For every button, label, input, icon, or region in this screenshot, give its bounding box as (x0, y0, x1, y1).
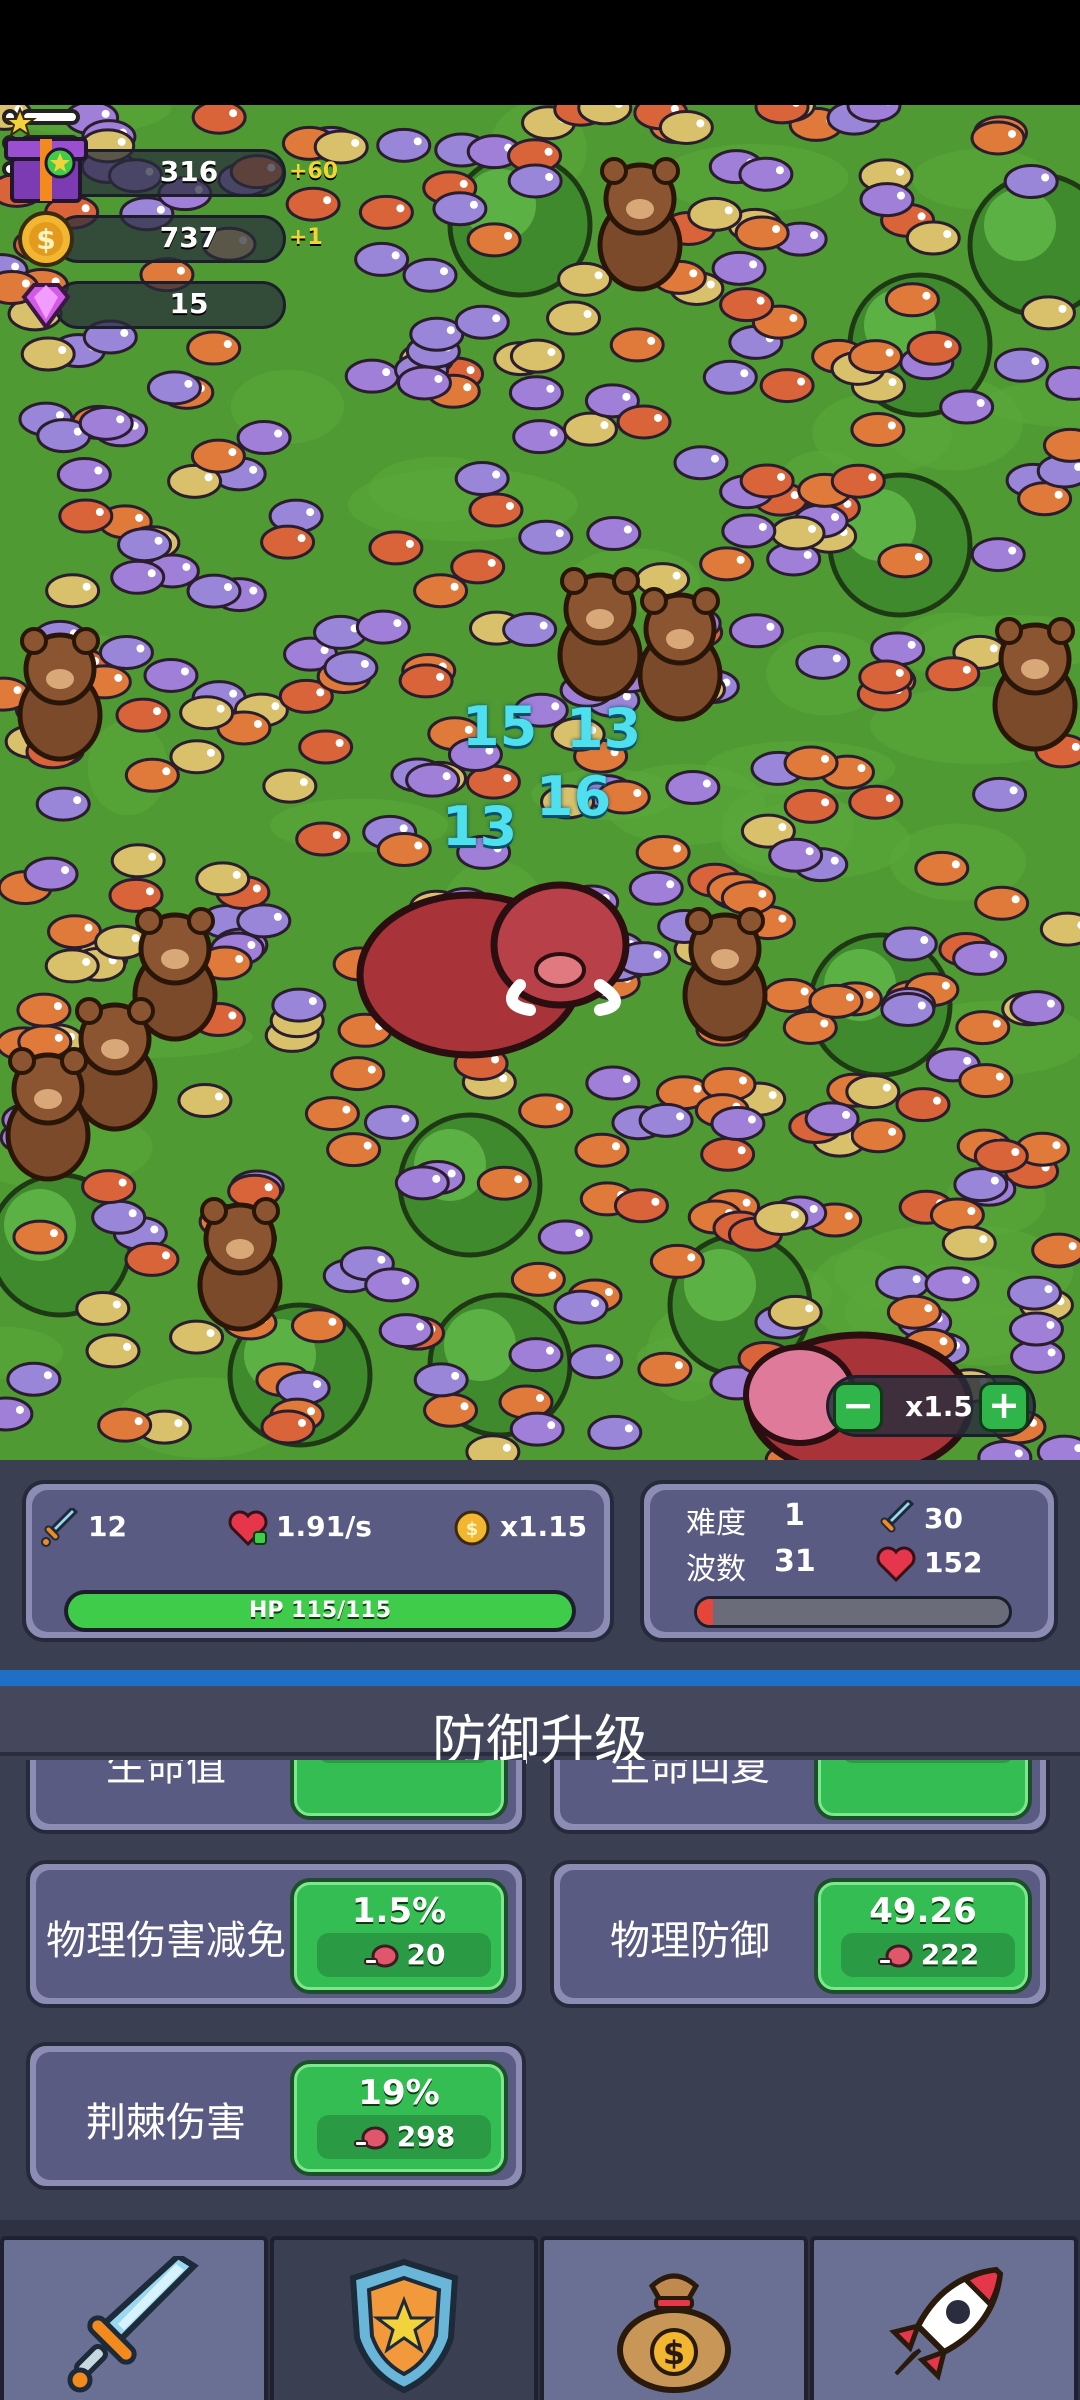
upgrade-physical-reduction: 物理伤害减免 1.5% 20 (26, 1860, 526, 2008)
speed-increase-button[interactable]: + (979, 1382, 1029, 1432)
meat-icon (877, 1944, 913, 1968)
heart-icon (876, 1546, 916, 1583)
upgrade-regen-button[interactable]: 58 (814, 1760, 1032, 1820)
svg-text:$: $ (663, 2334, 685, 2372)
enemy-hp-stat: 152 (876, 1544, 982, 1584)
damage-number: 15 (462, 695, 538, 758)
upgrade-physical-defense-button[interactable]: 49.26 222 (814, 1878, 1032, 1994)
wave-value: 31 (774, 1544, 816, 1579)
attack-stat: 12 (40, 1508, 127, 1548)
svg-text:$: $ (466, 1519, 479, 1540)
upgrade-cost: 222 (920, 1938, 980, 1971)
enemy-hp-value: 152 (924, 1546, 983, 1579)
meat-icon (363, 1944, 399, 1968)
hp-bar-fill: HP 115/115 (68, 1594, 572, 1628)
meat-value: 316 (159, 155, 219, 188)
regen-stat: 1.91/s (228, 1508, 372, 1548)
upgrade-physical-reduction-button[interactable]: 1.5% 20 (290, 1878, 508, 1994)
upgrade-regen: 生命回复 58 (550, 1760, 1050, 1834)
upgrade-value: 49.26 (869, 1891, 977, 1931)
damage-number: 16 (536, 765, 612, 828)
enemy-attack-value: 30 (924, 1502, 963, 1535)
gem-counter: 15 (14, 273, 304, 335)
upgrade-thorns: 荆棘伤害 19% 298 (26, 2042, 526, 2190)
enemy-attack-stat: 30 (876, 1500, 963, 1540)
coin-multiplier-value: x1.15 (500, 1510, 588, 1543)
difficulty-label: 难度 (686, 1506, 746, 1541)
meat-icon (353, 2126, 389, 2150)
upgrade-physical-defense: 物理防御 49.26 222 (550, 1860, 1050, 2008)
gem-value: 15 (169, 287, 209, 320)
sword-icon (41, 1508, 79, 1547)
sword-icon (880, 1500, 915, 1533)
upgrade-hp: 生命值 54 (26, 1760, 526, 1834)
upgrade-cost: 20 (406, 1938, 446, 1971)
gift-box-icon[interactable] (0, 105, 92, 205)
bottom-nav: $ (0, 2220, 1080, 2400)
regen-value: 1.91/s (276, 1510, 372, 1543)
gem-icon (21, 283, 71, 331)
damage-number: 13 (566, 697, 642, 760)
game-speed-control: − x1.5 + (826, 1375, 1036, 1437)
tab-attack[interactable] (0, 2236, 268, 2400)
upgrade-hp-button[interactable]: 54 (290, 1760, 508, 1820)
upgrade-name: 物理防御 (610, 1918, 770, 1964)
section-header: 防御升级 (0, 1686, 1080, 1772)
coin-icon: $ (18, 211, 74, 267)
section-divider (0, 1670, 1080, 1686)
upgrade-name: 生命值 (106, 1760, 226, 1790)
wave-label: 波数 (686, 1552, 746, 1587)
attack-value: 12 (88, 1510, 127, 1543)
bottom-panel: 12 1.91/s $ x1.15 HP 115/115 难度 1 波数 31 (0, 1460, 1080, 2400)
upgrade-value: 1.5% (351, 1891, 447, 1931)
money-bag-icon: $ (617, 2273, 731, 2393)
shield-icon (349, 2258, 459, 2394)
tab-economy[interactable]: $ (540, 2236, 808, 2400)
speed-decrease-button[interactable]: − (833, 1382, 883, 1432)
upgrade-name: 生命回复 (610, 1760, 770, 1790)
svg-text:$: $ (36, 223, 55, 256)
coin-multiplier-stat: $ x1.15 (452, 1508, 587, 1548)
coin-value: 737 (159, 221, 219, 254)
coin-rate: +1 (289, 225, 323, 250)
coin-icon: $ (454, 1510, 490, 1546)
upgrade-value: 19% (358, 2073, 440, 2113)
damage-number: 13 (442, 795, 518, 858)
difficulty-value: 1 (784, 1498, 805, 1533)
player-stats-card: 12 1.91/s $ x1.15 HP 115/115 (22, 1480, 614, 1642)
tab-boost[interactable] (810, 2236, 1078, 2400)
tab-defense[interactable] (270, 2236, 538, 2400)
upgrade-cost: 298 (396, 2120, 456, 2153)
upgrade-list[interactable]: 生命值 54 生命回复 58 物理伤害减免 1.5% 20 物理防御 49.26 (0, 1760, 1080, 2200)
upgrade-name: 物理伤害减免 (46, 1918, 286, 1964)
sword-icon (67, 2256, 199, 2393)
wave-info-card: 难度 1 波数 31 30 152 (640, 1480, 1058, 1642)
hp-bar: HP 115/115 (64, 1590, 576, 1632)
upgrade-thorns-button[interactable]: 19% 298 (290, 2060, 508, 2176)
heart-plus-icon (228, 1510, 268, 1547)
speed-value: x1.5 (905, 1390, 973, 1423)
wave-progress-fill (697, 1599, 713, 1625)
game-scene[interactable]: 15 13 16 13 316 +60 $ 737 +1 15 − x1.5 + (0, 105, 1080, 1460)
coin-counter: $ 737 +1 (14, 207, 323, 269)
upgrade-name: 荆棘伤害 (86, 2100, 246, 2146)
wave-progress-bar (694, 1596, 1012, 1628)
rocket-icon (889, 2266, 1004, 2381)
meat-rate: +60 (289, 159, 339, 184)
